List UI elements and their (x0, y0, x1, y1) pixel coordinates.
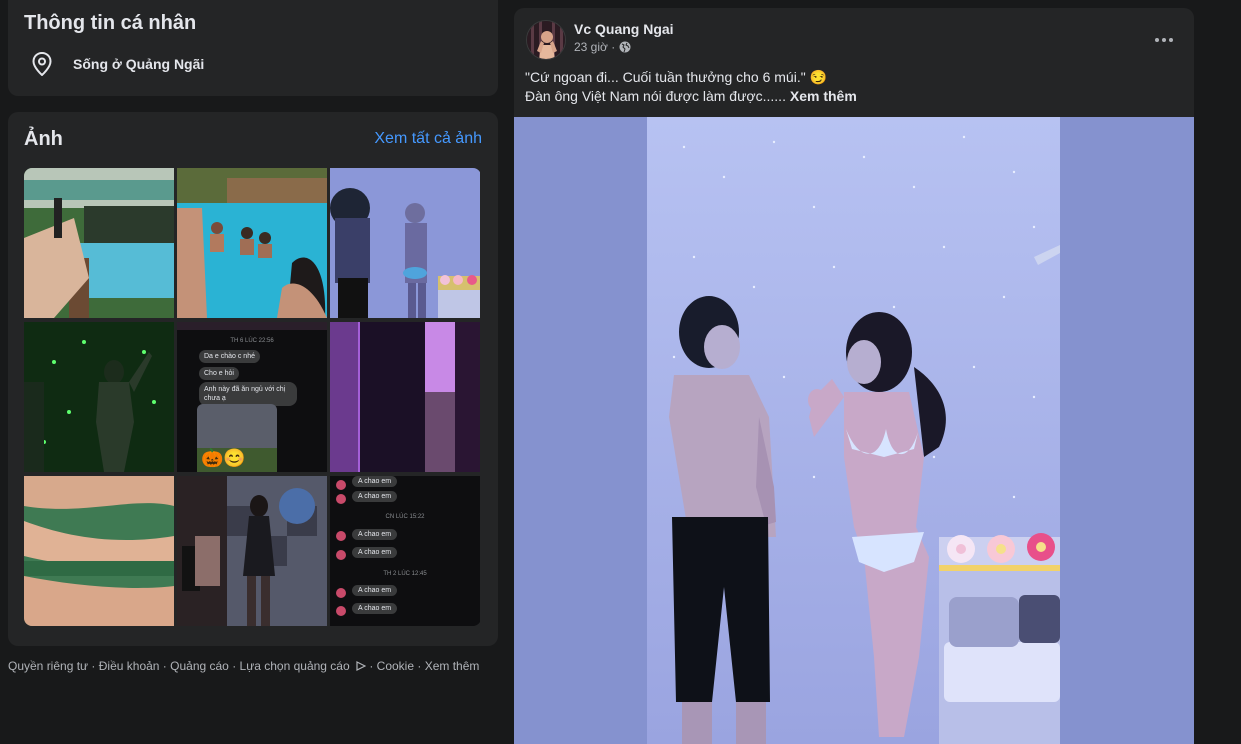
location-text: Sống ở Quảng Ngãi (73, 56, 205, 72)
footer-ad-choices-link[interactable]: Lựa chọn quảng cáo (240, 659, 350, 673)
chat-bubble: A chao em (352, 547, 398, 558)
footer-separator: · (414, 659, 425, 673)
chat-date: TH 2 LÚC 12:45 (383, 571, 427, 577)
intro-card: Thông tin cá nhân Sống ở Quảng Ngãi (8, 0, 498, 96)
footer-separator: · (228, 659, 240, 673)
footer-terms-link[interactable]: Điều khoản (99, 659, 160, 673)
photos-title: Ảnh (24, 128, 63, 150)
photos-card: Ảnh Xem tất cả ảnh TH 6 LÚC 22:56 Da e c… (8, 112, 498, 646)
photo-thumbnail[interactable]: A chao em A chao em CN LÚC 15:22 A chao … (330, 476, 480, 626)
globe-icon (619, 41, 631, 53)
location-row: Sống ở Quảng Ngãi (32, 52, 204, 76)
footer-separator: · (366, 659, 377, 673)
photo-thumbnail[interactable] (24, 168, 174, 318)
photo-thumbnail[interactable] (177, 476, 327, 626)
post-author[interactable]: Vc Quang Ngai (574, 21, 674, 37)
emoji-sticker: 🎃😊 (201, 448, 246, 468)
post-text-line1: "Cứ ngoan đi... Cuối tuần thưởng cho 6 m… (525, 69, 806, 85)
photo-thumbnail[interactable] (24, 322, 174, 472)
chat-bubble: Cho e hỏi (199, 367, 239, 380)
chat-bubble: A chao em (352, 529, 398, 540)
footer-separator: · (159, 659, 171, 673)
post-text-line2: Đàn ông Việt Nam nói được làm được...... (525, 88, 786, 104)
avatar[interactable] (526, 20, 566, 60)
see-more-link[interactable]: Xem thêm (790, 88, 857, 104)
photo-thumbnail[interactable] (330, 168, 480, 318)
intro-title: Thông tin cá nhân (24, 12, 197, 34)
meta-dot: · (607, 40, 619, 54)
photo-thumbnail[interactable] (24, 476, 174, 626)
photo-thumbnail[interactable] (177, 168, 327, 318)
post-meta: 23 giờ · (574, 40, 631, 54)
footer-ads-link[interactable]: Quảng cáo (170, 659, 229, 673)
chat-bubble: Anh này đã ăn ngủ với chị chưa ạ (199, 382, 297, 406)
footer-privacy-link[interactable]: Quyền riêng tư (8, 659, 88, 673)
more-dots-icon[interactable] (1150, 26, 1178, 54)
chat-bubble: A chao em (352, 585, 398, 596)
post-time[interactable]: 23 giờ (574, 40, 608, 54)
footer-more-link[interactable]: Xem thêm (425, 659, 480, 673)
chat-date: CN LÚC 15:22 (385, 514, 425, 520)
chat-bubble: A chao em (352, 491, 398, 502)
chat-bubble: A chao em (352, 476, 398, 487)
footer-cookie-link[interactable]: Cookie (377, 659, 414, 673)
chat-bubble: Da e chào c nhé (199, 350, 260, 363)
smirk-emoji: 😏 (809, 69, 828, 85)
see-all-photos-link[interactable]: Xem tất cả ảnh (374, 130, 482, 148)
photo-grid: TH 6 LÚC 22:56 Da e chào c nhé Cho e hỏi… (24, 168, 481, 626)
footer-separator: · (88, 659, 99, 673)
location-pin-icon (32, 52, 52, 76)
footer-links: Quyền riêng tư · Điều khoản · Quảng cáo … (8, 659, 479, 673)
photo-thumbnail[interactable]: TH 6 LÚC 22:56 Da e chào c nhé Cho e hỏi… (177, 322, 327, 472)
chat-date: TH 6 LÚC 22:56 (230, 338, 274, 344)
post-card: Vc Quang Ngai 23 giờ · "Cứ ngoan đi... C… (514, 8, 1194, 744)
adchoices-icon[interactable] (353, 659, 367, 673)
post-text: "Cứ ngoan đi... Cuối tuần thưởng cho 6 m… (525, 68, 1175, 106)
chat-bubble: A chao em (352, 603, 398, 614)
photo-thumbnail[interactable] (330, 322, 480, 472)
post-image[interactable] (514, 117, 1194, 744)
